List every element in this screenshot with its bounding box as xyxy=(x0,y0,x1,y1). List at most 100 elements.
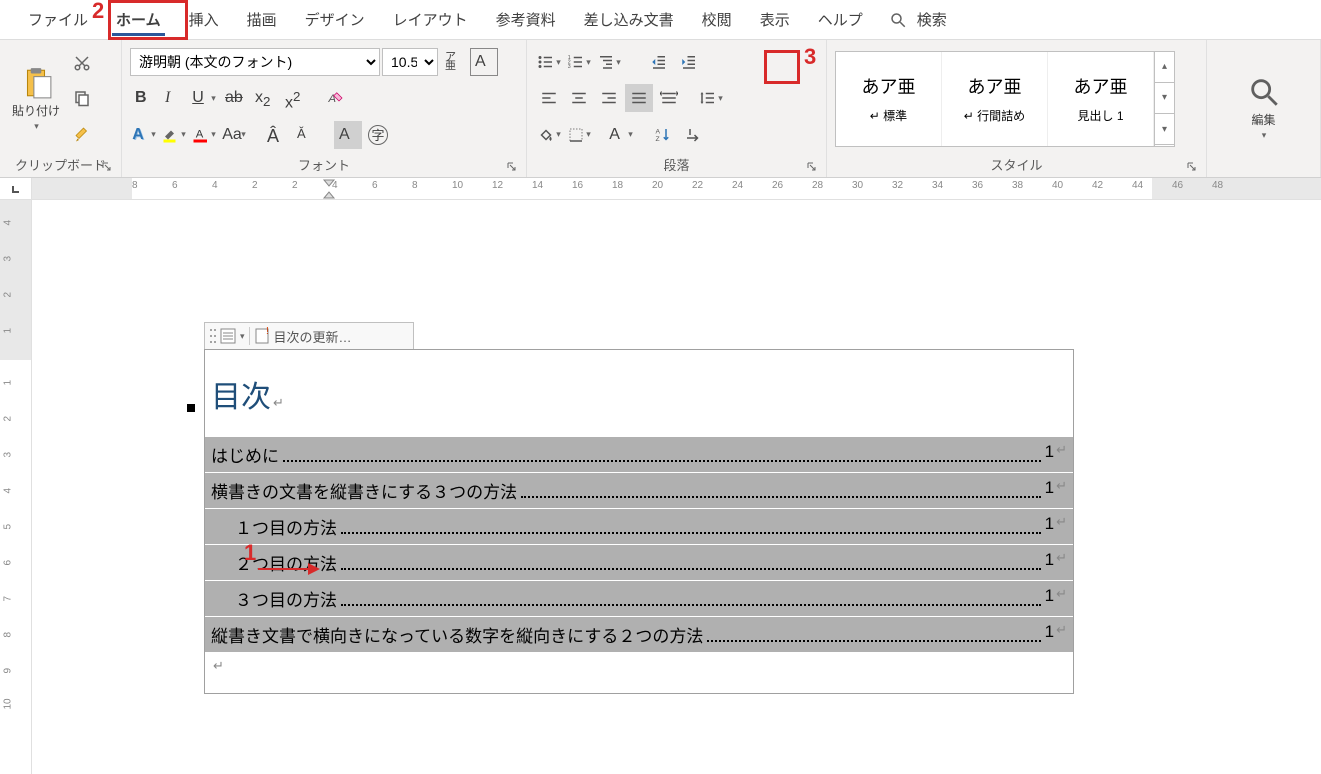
vertical-ruler[interactable]: 432112345678910 xyxy=(0,200,32,774)
dialog-launcher-icon[interactable] xyxy=(506,161,518,173)
tab-review[interactable]: 校閲 xyxy=(688,1,746,38)
eraser-icon: A xyxy=(327,89,345,107)
grow-font-button[interactable]: Â xyxy=(262,121,290,149)
align-center-button[interactable] xyxy=(565,84,593,112)
svg-text:A: A xyxy=(656,128,661,135)
toc-entry[interactable]: はじめに1↵ xyxy=(205,437,1073,472)
style-heading1[interactable]: あア亜 見出し 1 xyxy=(1048,52,1154,146)
copy-button[interactable] xyxy=(68,84,96,112)
tab-file[interactable]: ファイル xyxy=(14,1,102,38)
align-right-button[interactable] xyxy=(595,84,623,112)
strikethrough-button[interactable]: ab xyxy=(220,84,248,112)
enclose-char-button[interactable]: 字 xyxy=(364,121,392,149)
increase-indent-button[interactable] xyxy=(675,48,703,76)
tab-layout[interactable]: レイアウト xyxy=(379,1,482,38)
tab-design[interactable]: デザイン xyxy=(291,1,379,38)
cut-button[interactable] xyxy=(68,49,96,77)
bullets-button[interactable]: ▾ xyxy=(535,48,563,76)
return-mark: ↵ xyxy=(1056,586,1067,611)
ribbon: 貼り付け ▾ クリップボード 游明朝 (本文のフォント) 10.5 ア 亜 A … xyxy=(0,40,1321,178)
chevron-down-icon[interactable]: ▾ xyxy=(240,331,245,342)
tab-help[interactable]: ヘルプ xyxy=(804,1,877,38)
shading-button[interactable]: ▾ xyxy=(535,121,563,149)
ruler-tick: 4 xyxy=(3,488,14,494)
ruler-tick: 2 xyxy=(3,292,14,298)
dialog-launcher-icon[interactable] xyxy=(101,161,113,173)
underline-button[interactable]: U▾ xyxy=(190,84,218,112)
toc-entry[interactable]: 縦書き文書で横向きになっている数字を縦向きにする２つの方法1↵ xyxy=(205,617,1073,652)
phonetic-guide-button[interactable]: ア 亜 xyxy=(440,48,468,76)
gallery-more[interactable]: ▾ xyxy=(1155,114,1174,145)
ruler-tick: 5 xyxy=(3,524,14,530)
tab-view[interactable]: 表示 xyxy=(746,1,804,38)
font-color-button[interactable]: A▾ xyxy=(190,121,218,149)
superscript-button[interactable]: x2 xyxy=(280,84,308,112)
italic-button[interactable]: I xyxy=(160,84,188,112)
scissors-icon xyxy=(73,54,91,72)
gallery-down[interactable]: ▾ xyxy=(1155,83,1174,114)
ruler-tick: 40 xyxy=(1052,180,1063,191)
tab-draw[interactable]: 描画 xyxy=(233,1,291,38)
asian-layout-button[interactable]: A▾ xyxy=(607,121,635,149)
toc-entry[interactable]: 横書きの文書を縦書きにする３つの方法1↵ xyxy=(205,473,1073,508)
toc-entry[interactable]: １つ目の方法1↵ xyxy=(205,509,1073,544)
tab-references[interactable]: 参考資料 xyxy=(482,1,570,38)
decrease-indent-button[interactable] xyxy=(645,48,673,76)
bucket-icon xyxy=(537,126,555,144)
paste-button[interactable]: 貼り付け ▾ xyxy=(8,46,64,151)
format-painter-button[interactable] xyxy=(68,120,96,148)
justify-button[interactable] xyxy=(625,84,653,112)
toc-field-toolbar: ▾ ! 目次の更新… xyxy=(204,322,414,350)
shrink-font-button[interactable]: Ǎ xyxy=(292,121,320,149)
show-marks-button[interactable] xyxy=(679,121,707,149)
ruler-tick: 8 xyxy=(3,632,14,638)
distribute-button[interactable] xyxy=(655,84,683,112)
dialog-launcher-icon[interactable] xyxy=(1186,161,1198,173)
change-case-button[interactable]: Aa▾ xyxy=(220,121,248,149)
ruler-tick: 24 xyxy=(732,180,743,191)
style-no-spacing[interactable]: あア亜 ↵ 行間詰め xyxy=(942,52,1048,146)
search-box[interactable]: 検索 xyxy=(877,9,959,30)
clear-formatting-button[interactable]: A xyxy=(322,84,350,112)
style-name: ↵ 行間詰め xyxy=(964,107,1025,124)
bold-button[interactable]: B xyxy=(130,84,158,112)
horizontal-ruler[interactable]: 8642246810121416182022242628303234363840… xyxy=(0,178,1321,200)
character-border-button[interactable]: A xyxy=(470,48,498,76)
font-name-select[interactable]: 游明朝 (本文のフォント) xyxy=(130,48,380,76)
style-name: 見出し 1 xyxy=(1077,107,1123,124)
borders-button[interactable]: ▾ xyxy=(565,121,593,149)
document-canvas[interactable]: ▾ ! 目次の更新… 目次↵ はじめに1↵横書きの文書を縦書きにする３つの方法1… xyxy=(32,200,1321,774)
sort-button[interactable]: AZ xyxy=(649,121,677,149)
tab-selector[interactable] xyxy=(0,178,32,199)
indent-marker[interactable] xyxy=(322,178,336,199)
grip-icon[interactable] xyxy=(209,327,217,345)
text-effects-button[interactable]: A▾ xyxy=(130,121,158,149)
highlight-button[interactable]: ▾ xyxy=(160,121,188,149)
toc-entry-page: 1 xyxy=(1045,478,1054,503)
numbering-button[interactable]: 123▾ xyxy=(565,48,593,76)
ruler-tick: 10 xyxy=(452,180,463,191)
gallery-up[interactable]: ▴ xyxy=(1155,52,1174,83)
toc-entry[interactable]: ２つ目の方法1↵ xyxy=(205,545,1073,580)
grow-icon: Â xyxy=(267,126,285,144)
return-mark: ↵ xyxy=(1056,514,1067,539)
char-shading-button[interactable]: A xyxy=(334,121,362,149)
multilevel-list-button[interactable]: ▾ xyxy=(595,48,623,76)
toc-options-icon[interactable] xyxy=(219,327,237,345)
update-icon[interactable]: ! xyxy=(254,327,272,345)
chevron-down-icon: ▾ xyxy=(211,129,216,140)
return-mark: ↵ xyxy=(213,658,224,673)
toc-field[interactable]: 目次↵ はじめに1↵横書きの文書を縦書きにする３つの方法1↵１つ目の方法1↵２つ… xyxy=(204,349,1074,694)
toc-entry[interactable]: ３つ目の方法1↵ xyxy=(205,581,1073,616)
subscript-button[interactable]: x2 xyxy=(250,84,278,112)
font-size-select[interactable]: 10.5 xyxy=(382,48,438,76)
style-normal[interactable]: あア亜 ↵ 標準 xyxy=(836,52,942,146)
group-styles: あア亜 ↵ 標準 あア亜 ↵ 行間詰め あア亜 見出し 1 ▴ ▾ ▾ スタイル xyxy=(827,40,1207,177)
editing-button[interactable]: 編集 ▾ xyxy=(1243,46,1285,170)
dialog-launcher-icon[interactable] xyxy=(806,161,818,173)
align-left-button[interactable] xyxy=(535,84,563,112)
line-spacing-button[interactable]: ▾ xyxy=(697,84,725,112)
update-toc-label[interactable]: 目次の更新… xyxy=(274,327,352,346)
tab-mailings[interactable]: 差し込み文書 xyxy=(570,1,688,38)
annotation-arrow-1 xyxy=(258,568,318,570)
